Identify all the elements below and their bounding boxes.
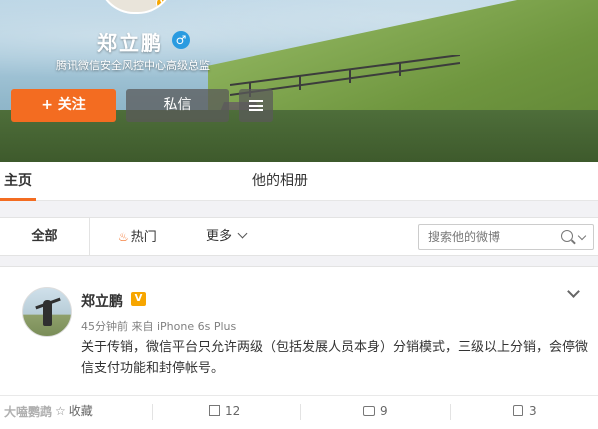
post-text: 关于传销，微信平台只允许两级（包括发展人员本身）分销模式，三级以上分销，会停微信… xyxy=(81,340,589,376)
post-card: 郑立鹏 V 45分钟前 来自 iPhone 6s Plus 关于传销，微信平台只… xyxy=(0,266,598,429)
repost-count: 12 xyxy=(225,404,241,418)
watermark: 大嗑鹦鹉 xyxy=(4,405,53,419)
more-menu-button[interactable] xyxy=(239,89,273,122)
action-divider xyxy=(450,404,451,420)
profile-description: 腾讯微信安全风控中心高级总监 xyxy=(56,59,210,72)
search-box xyxy=(418,224,594,250)
post-meta[interactable]: 45分钟前 来自 iPhone 6s Plus xyxy=(81,318,236,334)
profile-cover: V 郑立鹏 ♂ 腾讯微信安全风控中心高级总监 + 关注 私信 xyxy=(0,0,598,162)
profile-name: 郑立鹏 xyxy=(97,31,163,55)
star-icon: ☆ xyxy=(55,404,66,418)
profile-tabs: 主页 他的相册 xyxy=(0,162,598,201)
action-divider xyxy=(300,404,301,420)
tab-album[interactable]: 他的相册 xyxy=(252,162,308,201)
menu-icon xyxy=(249,100,263,111)
filter-hot-label: 热门 xyxy=(130,230,157,245)
comment-button[interactable]: 9 xyxy=(363,396,388,426)
search-icon[interactable] xyxy=(561,230,573,242)
vip-badge-icon: V xyxy=(131,292,146,306)
search-dropdown-icon[interactable] xyxy=(577,231,587,241)
tab-home[interactable]: 主页 xyxy=(0,162,36,201)
post-actions: ☆ 收藏 12 9 3 xyxy=(0,395,598,425)
favorite-label: 收藏 xyxy=(68,404,93,418)
filter-more-label: 更多 xyxy=(206,229,233,244)
search-input[interactable] xyxy=(419,225,549,249)
share-icon xyxy=(209,405,220,416)
favorite-button[interactable]: ☆ 收藏 xyxy=(55,396,93,426)
gender-male-icon: ♂ xyxy=(172,31,190,49)
like-count: 3 xyxy=(529,404,537,418)
post-author[interactable]: 郑立鹏 xyxy=(81,291,123,311)
chevron-down-icon xyxy=(237,228,248,239)
follow-button[interactable]: + 关注 xyxy=(11,89,116,122)
post-options-chevron-icon[interactable] xyxy=(567,285,580,298)
action-divider xyxy=(152,404,153,420)
plus-icon: + xyxy=(41,97,53,113)
message-button[interactable]: 私信 xyxy=(126,89,229,122)
filter-all[interactable]: 全部 xyxy=(0,218,90,256)
comment-icon xyxy=(363,406,375,416)
comment-count: 9 xyxy=(380,404,388,418)
flame-icon: ♨ xyxy=(118,230,129,244)
like-icon xyxy=(513,405,523,416)
like-button[interactable]: 3 xyxy=(513,396,537,426)
post-avatar[interactable] xyxy=(22,287,72,337)
filter-more[interactable]: 更多 xyxy=(206,218,248,256)
follow-button-label: 关注 xyxy=(57,97,86,113)
feed-filter-bar: 全部 ♨ 热门 更多 xyxy=(0,217,598,256)
avatar-figure xyxy=(43,300,52,326)
repost-button[interactable]: 12 xyxy=(209,396,240,426)
filter-hot[interactable]: ♨ 热门 xyxy=(118,218,157,256)
